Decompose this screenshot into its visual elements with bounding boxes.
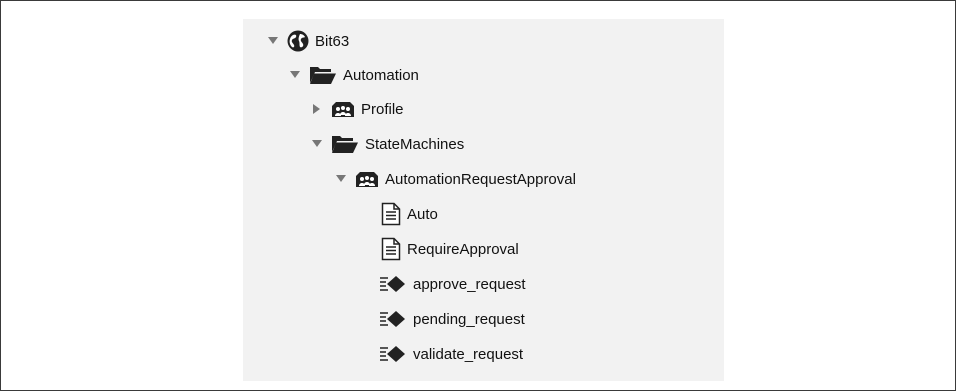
expand-toggle-icon[interactable]	[289, 69, 301, 81]
tree-node-label: validate_request	[413, 345, 524, 363]
tree-node-label: pending_request	[413, 310, 525, 328]
class-icon	[355, 170, 379, 188]
tree-node-requireapproval[interactable]: RequireApproval	[381, 232, 519, 266]
tree-node-statemachines[interactable]: StateMachines	[311, 127, 464, 161]
tree-node-bit63[interactable]: Bit63	[267, 24, 349, 58]
expand-toggle-icon[interactable]	[311, 138, 323, 150]
tree-node-label: approve_request	[413, 275, 526, 293]
document-icon	[381, 237, 401, 261]
globe-icon	[287, 30, 309, 52]
class-icon	[331, 100, 355, 118]
tree-node-pending-request[interactable]: pending_request	[379, 302, 525, 336]
tree-node-label: Auto	[407, 205, 438, 223]
expand-toggle-icon[interactable]	[335, 173, 347, 185]
tree-node-label: Profile	[361, 100, 404, 118]
tree-node-label: AutomationRequestApproval	[385, 170, 576, 188]
expand-toggle-icon[interactable]	[267, 35, 279, 47]
tree-panel: Bit63 Automation Profile StateMachines A…	[243, 19, 724, 381]
folder-open-icon	[331, 134, 359, 154]
tree-node-label: Bit63	[315, 32, 350, 50]
folder-open-icon	[309, 65, 337, 85]
method-icon	[379, 274, 407, 294]
document-icon	[381, 202, 401, 226]
tree-node-auto[interactable]: Auto	[381, 197, 438, 231]
tree-node-profile[interactable]: Profile	[311, 92, 404, 126]
method-icon	[379, 344, 407, 364]
method-icon	[379, 309, 407, 329]
tree-node-automationrequestapproval[interactable]: AutomationRequestApproval	[335, 162, 576, 196]
tree-node-approve-request[interactable]: approve_request	[379, 267, 526, 301]
tree-node-label: Automation	[343, 66, 419, 84]
tree-node-label: RequireApproval	[407, 240, 519, 258]
collapsed-toggle-icon[interactable]	[311, 103, 323, 115]
tree-node-label: StateMachines	[365, 135, 465, 153]
window-frame: Bit63 Automation Profile StateMachines A…	[0, 0, 956, 391]
tree-node-validate-request[interactable]: validate_request	[379, 337, 523, 371]
tree-node-automation[interactable]: Automation	[289, 58, 419, 92]
